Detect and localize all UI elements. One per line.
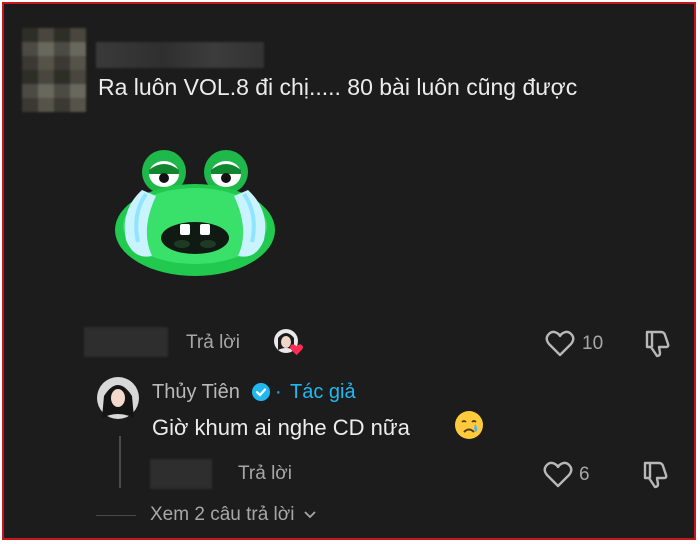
author-dot: · <box>275 381 282 403</box>
heart-badge-icon <box>290 344 303 356</box>
view-more-label: Xem 2 câu trả lời <box>150 504 295 525</box>
view-more-divider <box>96 515 136 516</box>
comment-text: Ra luôn VOL.8 đi chị..... 80 bài luôn cũ… <box>98 74 578 100</box>
reply-button[interactable]: Trả lời <box>186 332 240 354</box>
reply-author-name[interactable]: Thủy Tiên <box>152 381 240 404</box>
commenter-username[interactable] <box>96 42 264 68</box>
reply-like-count: 6 <box>579 464 590 485</box>
chevron-down-icon <box>304 511 316 519</box>
dislike-icon[interactable] <box>644 328 672 358</box>
reply-like-heart-icon[interactable] <box>543 460 573 488</box>
crying-frog-sticker <box>115 150 275 276</box>
author-label: Tác giả <box>290 381 356 403</box>
reply-timestamp <box>150 459 212 489</box>
reply-dislike-icon[interactable] <box>642 459 670 489</box>
view-more-replies-button[interactable]: Xem 2 câu trả lời <box>150 504 317 526</box>
crying-face-icon <box>455 411 483 439</box>
commenter-avatar[interactable] <box>22 28 86 112</box>
reply-reply-button[interactable]: Trả lời <box>238 463 292 485</box>
reply-text: Giờ khum ai nghe CD nữa <box>152 415 410 440</box>
thread-line <box>119 436 121 488</box>
verified-badge-icon <box>252 383 270 401</box>
creator-liked-avatar <box>272 326 304 358</box>
like-count: 10 <box>582 333 604 354</box>
like-heart-icon[interactable] <box>545 329 575 357</box>
comment-thread: Ra luôn VOL.8 đi chị..... 80 bài luôn cũ… <box>2 2 696 540</box>
reply-author-avatar[interactable] <box>96 376 140 420</box>
comment-timestamp <box>84 327 168 357</box>
